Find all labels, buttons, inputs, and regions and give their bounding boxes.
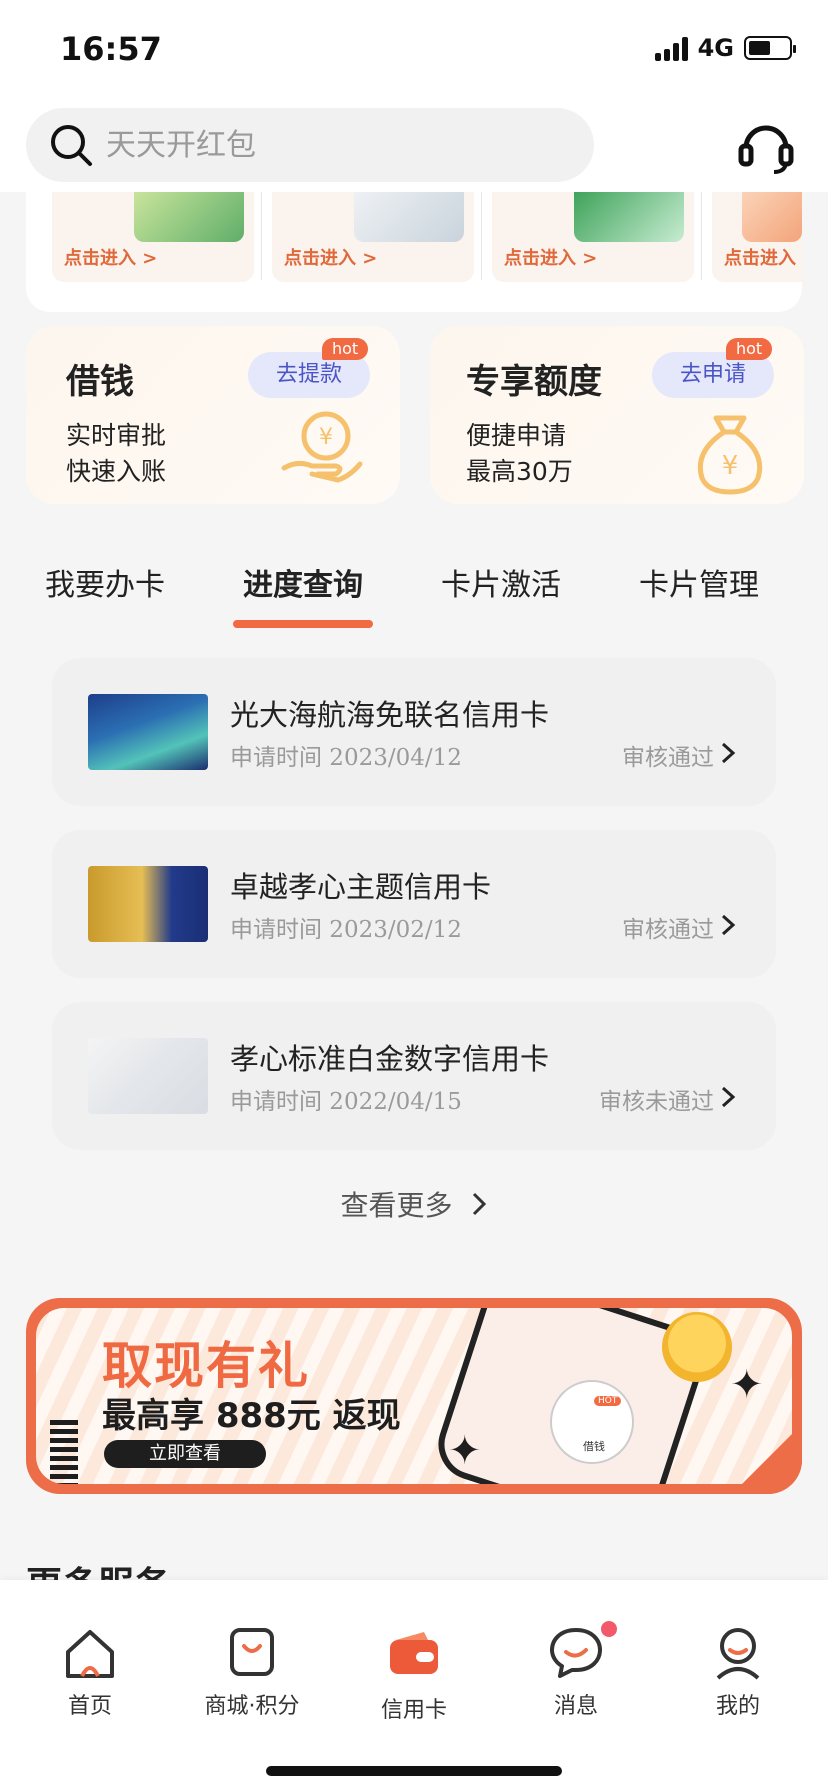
active-tab-indicator <box>233 620 373 628</box>
signal-icon <box>654 35 688 61</box>
card-service-tabs: 我要办卡 进度查询 卡片激活 卡片管理 <box>0 560 828 630</box>
promo-line: 实时审批 <box>66 421 167 450</box>
card-thumbnail <box>574 192 684 242</box>
carousel-card[interactable]: 点击进入 > <box>272 192 482 282</box>
promo-line: 快速入账 <box>66 457 167 486</box>
status-time: 16:57 <box>60 30 162 68</box>
barcode-decoration <box>50 1420 78 1484</box>
borrow-label: 借钱 <box>583 1440 605 1453</box>
home-icon <box>66 1630 114 1678</box>
banner-background: 取现有礼 最高享 888元 返现 立即查看 HOT 借钱 ✦ ✦ <box>36 1308 792 1484</box>
tab-label: 我要办卡 <box>45 568 165 603</box>
tab-card-activation[interactable]: 卡片激活 <box>402 560 600 630</box>
tab-label: 卡片管理 <box>639 568 759 603</box>
chevron-right-icon <box>721 742 736 764</box>
tabbar-label: 信用卡 <box>380 1698 447 1723</box>
card-image <box>88 694 208 770</box>
exclusive-limit-card[interactable]: 专享额度 便捷申请 最高30万 去申请 hot ¥ <box>430 326 804 504</box>
tabbar-messages[interactable]: 消息 <box>496 1618 656 1720</box>
enter-link: 点击进入 > <box>64 248 158 269</box>
tiger-mascot-icon <box>662 1312 732 1382</box>
application-item[interactable]: 卓越孝心主题信用卡 申请时间 2023/02/12 审核通过 <box>52 830 776 978</box>
carousel-card[interactable]: 点击进入 > <box>52 192 262 282</box>
card-image <box>88 1038 208 1114</box>
card-thumbnail <box>742 192 802 242</box>
battery-icon <box>744 36 796 60</box>
sparkle-icon: ✦ <box>448 1428 482 1474</box>
chevron-right-icon <box>721 914 736 936</box>
promo-title: 专享额度 <box>466 362 602 402</box>
hot-badge: hot <box>322 338 369 360</box>
search-bar[interactable] <box>26 108 594 182</box>
application-status: 审核未通过 <box>599 1089 714 1115</box>
network-type: 4G <box>697 34 734 62</box>
tab-apply-card[interactable]: 我要办卡 <box>6 560 204 630</box>
shopping-bag-icon <box>230 1628 274 1676</box>
application-date: 申请时间 2022/04/15 <box>230 1089 462 1115</box>
carousel-card[interactable]: 点击进入 > <box>492 192 702 282</box>
application-date: 申请时间 2023/04/12 <box>230 745 462 771</box>
enter-link: 点击进入 > <box>504 248 598 269</box>
sparkle-icon: ✦ <box>730 1362 764 1408</box>
tabbar-label: 首页 <box>67 1694 112 1719</box>
cash-withdrawal-banner[interactable]: 取现有礼 最高享 888元 返现 立即查看 HOT 借钱 ✦ ✦ <box>26 1298 802 1494</box>
application-item[interactable]: 孝心标准白金数字信用卡 申请时间 2022/04/15 审核未通过 <box>52 1002 776 1150</box>
status-bar: 16:57 4G <box>0 0 828 100</box>
card-thumbnail <box>134 192 244 242</box>
borrow-circle-icon: HOT 借钱 <box>550 1380 634 1464</box>
promo-line: 最高30万 <box>466 457 573 486</box>
tabbar-label: 消息 <box>553 1694 598 1719</box>
carousel-card[interactable]: 点击进入 > <box>712 192 802 282</box>
enter-link: 点击进入 > <box>724 248 802 269</box>
svg-text:¥: ¥ <box>319 425 333 450</box>
header <box>0 100 828 192</box>
card-name: 卓越孝心主题信用卡 <box>230 870 492 904</box>
see-more-link[interactable]: 查看更多 <box>0 1184 828 1224</box>
card-image <box>88 866 208 942</box>
application-item[interactable]: 光大海航海免联名信用卡 申请时间 2023/04/12 审核通过 <box>52 658 776 806</box>
tabbar-profile[interactable]: 我的 <box>658 1624 818 1720</box>
tabbar-label: 我的 <box>715 1694 760 1719</box>
tabbar-credit-card[interactable]: 信用卡 <box>334 1624 494 1724</box>
tab-label: 卡片激活 <box>441 568 561 603</box>
unread-dot <box>598 1618 620 1640</box>
hot-badge: hot <box>726 338 773 360</box>
hot-badge: HOT <box>594 1396 622 1406</box>
svg-text:¥: ¥ <box>722 451 739 481</box>
bottom-tab-bar: 首页 商城·积分 信用卡 消息 我的 <box>0 1580 828 1792</box>
credit-card-carousel: 点击进入 > 点击进入 > 点击进入 > 点击进入 > <box>26 192 802 312</box>
application-status: 审核通过 <box>622 917 714 943</box>
card-thumbnail <box>354 192 464 242</box>
tabbar-mall-points[interactable]: 商城·积分 <box>172 1624 332 1720</box>
home-indicator <box>266 1766 562 1776</box>
customer-service-icon[interactable] <box>736 116 796 176</box>
view-now-button[interactable]: 立即查看 <box>104 1440 266 1468</box>
chevron-right-icon <box>473 1192 487 1216</box>
search-icon <box>51 125 92 166</box>
tab-progress-query[interactable]: 进度查询 <box>204 560 402 630</box>
application-status: 审核通过 <box>622 745 714 771</box>
promo-title: 借钱 <box>66 362 134 402</box>
money-bag-icon: ¥ <box>697 415 763 495</box>
tabbar-home[interactable]: 首页 <box>10 1624 170 1720</box>
see-more-label: 查看更多 <box>340 1189 453 1222</box>
tab-card-management[interactable]: 卡片管理 <box>600 560 798 630</box>
message-icon <box>550 1628 602 1678</box>
tab-label: 进度查询 <box>243 568 363 603</box>
borrow-money-card[interactable]: 借钱 实时审批 快速入账 去提款 hot ¥ <box>26 326 400 504</box>
status-indicators: 4G <box>654 34 796 62</box>
enter-link: 点击进入 > <box>284 248 378 269</box>
banner-subtitle: 最高享 888元 返现 <box>102 1396 401 1436</box>
profile-icon <box>716 1628 760 1680</box>
chevron-right-icon <box>721 1086 736 1108</box>
credit-card-wallet-icon <box>390 1632 438 1674</box>
coin-hand-icon: ¥ <box>281 411 363 483</box>
card-name: 光大海航海免联名信用卡 <box>230 698 550 732</box>
card-name: 孝心标准白金数字信用卡 <box>230 1042 550 1076</box>
search-input[interactable] <box>106 127 546 163</box>
promo-line: 便捷申请 <box>466 421 567 450</box>
application-date: 申请时间 2023/02/12 <box>230 917 462 943</box>
tabbar-label: 商城·积分 <box>204 1694 300 1719</box>
